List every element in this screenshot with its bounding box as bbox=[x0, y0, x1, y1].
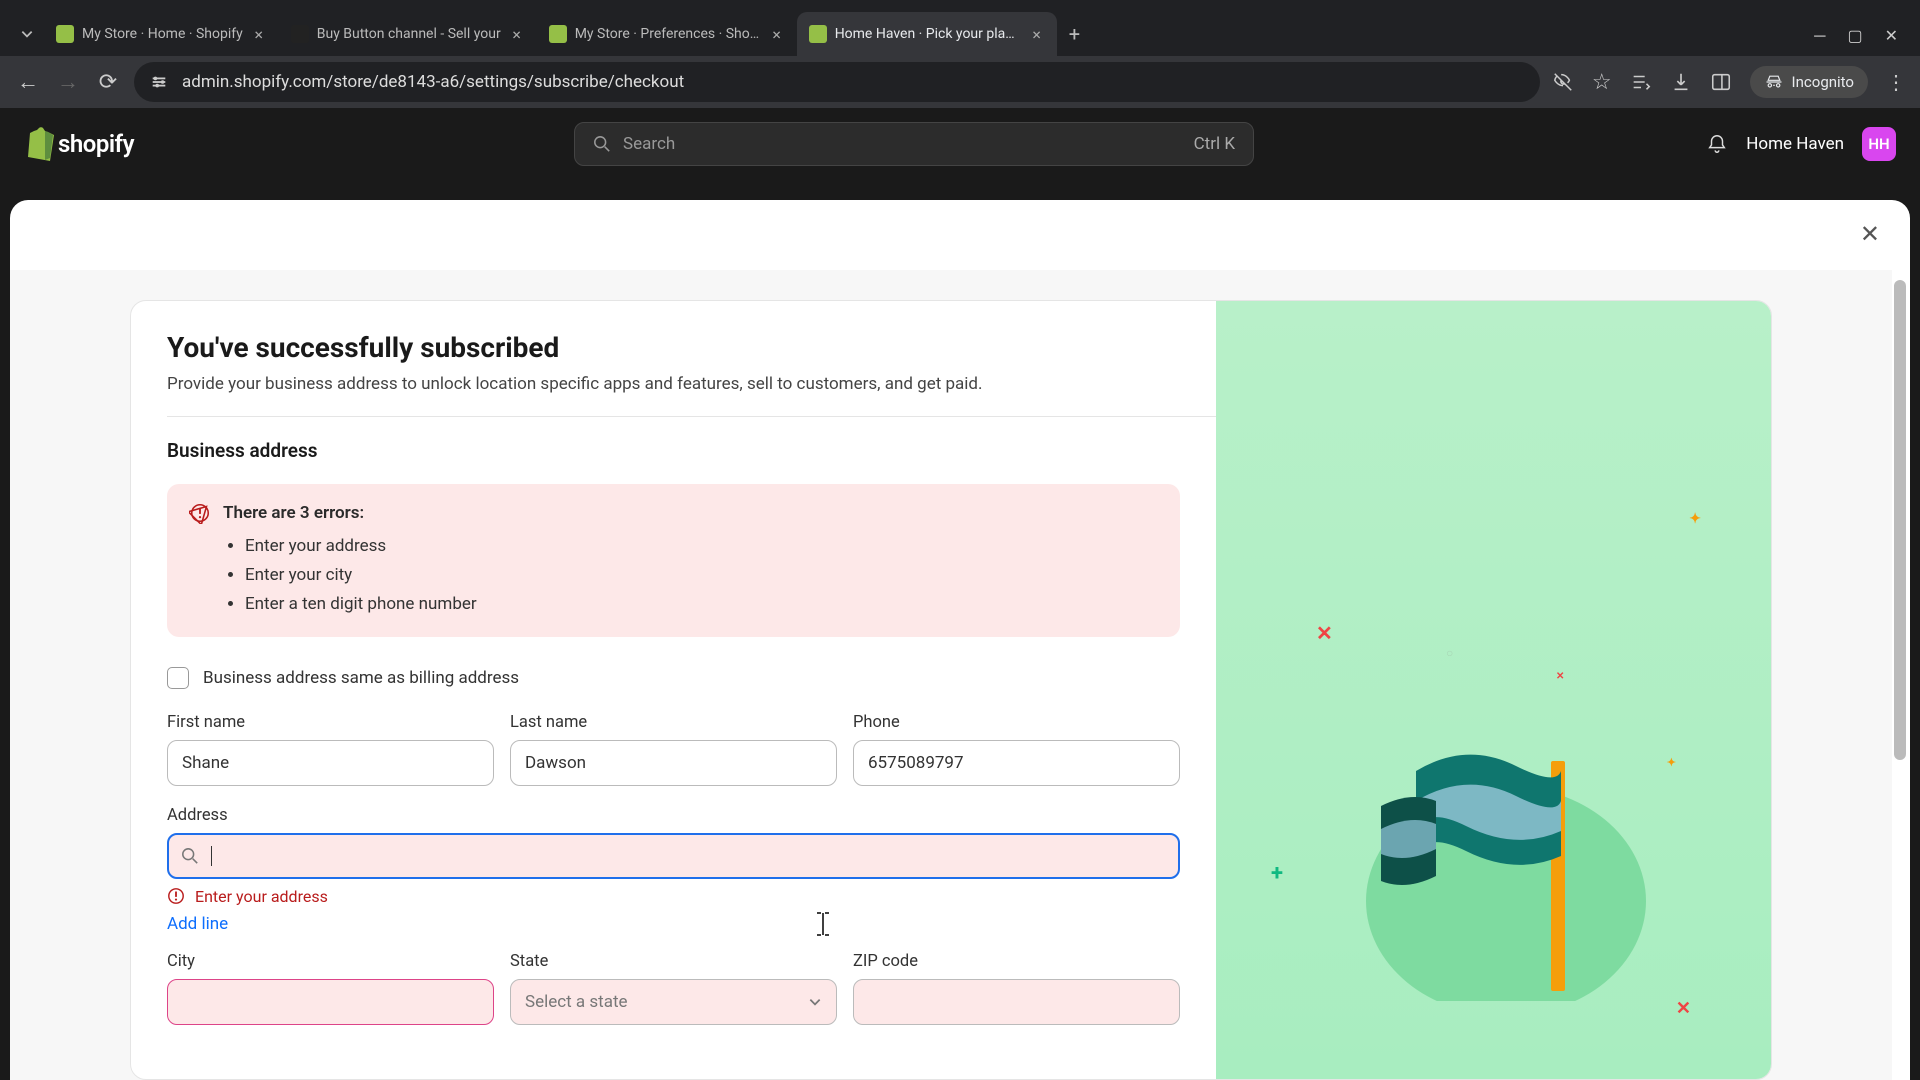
incognito-badge[interactable]: Incognito bbox=[1750, 66, 1868, 98]
city-input[interactable] bbox=[167, 979, 494, 1025]
state-placeholder: Select a state bbox=[525, 992, 628, 1012]
browser-toolbar: ← → ⟳ admin.shopify.com/store/de8143-a6/… bbox=[0, 56, 1920, 108]
kebab-menu-icon[interactable]: ⋮ bbox=[1886, 70, 1906, 94]
address-label: Address bbox=[167, 806, 1180, 825]
error-item[interactable]: Enter your address bbox=[245, 532, 1158, 561]
incognito-label: Incognito bbox=[1792, 73, 1854, 91]
plus-decor-icon: + bbox=[1271, 861, 1283, 886]
eye-off-icon[interactable] bbox=[1552, 71, 1574, 93]
add-line-button[interactable]: Add line bbox=[167, 914, 1180, 934]
notifications-icon[interactable] bbox=[1706, 133, 1728, 155]
close-icon[interactable]: × bbox=[769, 26, 785, 42]
scrollbar[interactable] bbox=[1894, 280, 1906, 760]
sparkle-icon: ✦ bbox=[1689, 511, 1701, 527]
address-input[interactable] bbox=[167, 833, 1180, 879]
same-as-billing-checkbox[interactable] bbox=[167, 667, 189, 689]
browser-tab-0[interactable]: My Store · Home · Shopify × bbox=[44, 12, 279, 56]
x-decor-icon: ✕ bbox=[1316, 621, 1333, 645]
error-icon bbox=[167, 887, 185, 905]
favicon-icon bbox=[549, 25, 567, 43]
error-icon bbox=[189, 502, 211, 524]
business-address-form: Business address There are 3 errors: Ent… bbox=[167, 416, 1216, 1025]
phone-label: Phone bbox=[853, 713, 1180, 732]
tab-title: Buy Button channel - Sell your bbox=[317, 26, 501, 42]
favicon-icon bbox=[56, 25, 74, 43]
bookmark-icon[interactable]: ☆ bbox=[1592, 70, 1612, 95]
zip-label: ZIP code bbox=[853, 952, 1180, 971]
tab-title: My Store · Preferences · Shopify bbox=[575, 26, 761, 42]
chevron-down-icon bbox=[20, 27, 34, 41]
window-controls: ─ ▢ ✕ bbox=[1792, 26, 1920, 56]
error-heading: There are 3 errors: bbox=[223, 503, 364, 523]
error-item[interactable]: Enter your city bbox=[245, 561, 1158, 590]
first-name-input[interactable] bbox=[167, 740, 494, 786]
browser-tab-1[interactable]: Buy Button channel - Sell your × bbox=[279, 12, 537, 56]
state-select[interactable]: Select a state bbox=[510, 979, 837, 1025]
last-name-input[interactable] bbox=[510, 740, 837, 786]
sparkle-icon: ✦ bbox=[1667, 756, 1676, 769]
form-section-title: Business address bbox=[167, 439, 1180, 462]
forward-button[interactable]: → bbox=[54, 69, 82, 95]
shopify-logo[interactable]: shopify bbox=[24, 127, 134, 161]
site-settings-icon bbox=[150, 73, 168, 91]
tab-title: Home Haven · Pick your plan · S bbox=[835, 26, 1021, 42]
text-caret bbox=[211, 846, 212, 866]
address-error-text: Enter your address bbox=[195, 887, 328, 906]
global-search[interactable]: Search Ctrl K bbox=[574, 122, 1254, 166]
page-title: You've successfully subscribed bbox=[167, 331, 1216, 364]
circle-decor-icon: ○ bbox=[1446, 646, 1453, 660]
favicon-icon bbox=[291, 25, 309, 43]
first-name-label: First name bbox=[167, 713, 494, 732]
zip-input[interactable] bbox=[853, 979, 1180, 1025]
favicon-icon bbox=[809, 25, 827, 43]
search-shortcut: Ctrl K bbox=[1194, 134, 1235, 154]
city-label: City bbox=[167, 952, 494, 971]
reload-button[interactable]: ⟳ bbox=[94, 70, 122, 95]
logo-text: shopify bbox=[58, 130, 134, 158]
phone-input[interactable] bbox=[853, 740, 1180, 786]
search-icon bbox=[593, 135, 611, 153]
close-icon[interactable]: × bbox=[251, 26, 267, 42]
close-icon[interactable]: × bbox=[509, 26, 525, 42]
maximize-icon[interactable]: ▢ bbox=[1847, 26, 1862, 46]
x-decor-icon: ✕ bbox=[1556, 671, 1564, 682]
close-window-icon[interactable]: ✕ bbox=[1885, 26, 1898, 46]
search-icon bbox=[181, 847, 199, 865]
side-panel-icon[interactable] bbox=[1710, 71, 1732, 93]
close-modal-button[interactable]: ✕ bbox=[1860, 220, 1880, 248]
chevron-down-icon bbox=[808, 995, 822, 1009]
browser-tab-2[interactable]: My Store · Preferences · Shopify × bbox=[537, 12, 797, 56]
x-decor-icon: ✕ bbox=[1676, 998, 1691, 1019]
browser-tab-strip: My Store · Home · Shopify × Buy Button c… bbox=[0, 0, 1920, 56]
address-bar[interactable]: admin.shopify.com/store/de8143-a6/settin… bbox=[134, 62, 1540, 102]
playlist-icon[interactable] bbox=[1630, 71, 1652, 93]
shopify-bag-icon bbox=[24, 127, 54, 161]
last-name-label: Last name bbox=[510, 713, 837, 732]
avatar[interactable]: HH bbox=[1862, 127, 1896, 161]
minimize-icon[interactable]: ─ bbox=[1814, 26, 1825, 46]
modal-panel: ✕ You've successfully subscribed Provide… bbox=[10, 200, 1910, 1080]
avatar-initials: HH bbox=[1868, 135, 1889, 153]
new-tab-button[interactable]: + bbox=[1057, 22, 1092, 46]
chrome-tab-dropdown[interactable] bbox=[10, 12, 44, 56]
incognito-icon bbox=[1764, 72, 1784, 92]
error-item[interactable]: Enter a ten digit phone number bbox=[245, 590, 1158, 619]
search-placeholder: Search bbox=[623, 134, 675, 154]
store-name[interactable]: Home Haven bbox=[1746, 134, 1844, 154]
state-label: State bbox=[510, 952, 837, 971]
flag-illustration bbox=[1306, 701, 1646, 1001]
illustration-pane: ✦ ✕ ○ ✕ ✦ + ✕ bbox=[1216, 301, 1771, 1079]
url-text: admin.shopify.com/store/de8143-a6/settin… bbox=[182, 72, 684, 92]
error-banner: There are 3 errors: Enter your address E… bbox=[167, 484, 1180, 637]
same-as-billing-label: Business address same as billing address bbox=[203, 668, 519, 688]
page-subtitle: Provide your business address to unlock … bbox=[167, 374, 1216, 394]
tab-title: My Store · Home · Shopify bbox=[82, 26, 243, 42]
back-button[interactable]: ← bbox=[14, 69, 42, 95]
download-icon[interactable] bbox=[1670, 71, 1692, 93]
close-icon[interactable]: × bbox=[1029, 26, 1045, 42]
app-header: shopify Search Ctrl K Home Haven HH bbox=[0, 108, 1920, 180]
browser-tab-3[interactable]: Home Haven · Pick your plan · S × bbox=[797, 12, 1057, 56]
